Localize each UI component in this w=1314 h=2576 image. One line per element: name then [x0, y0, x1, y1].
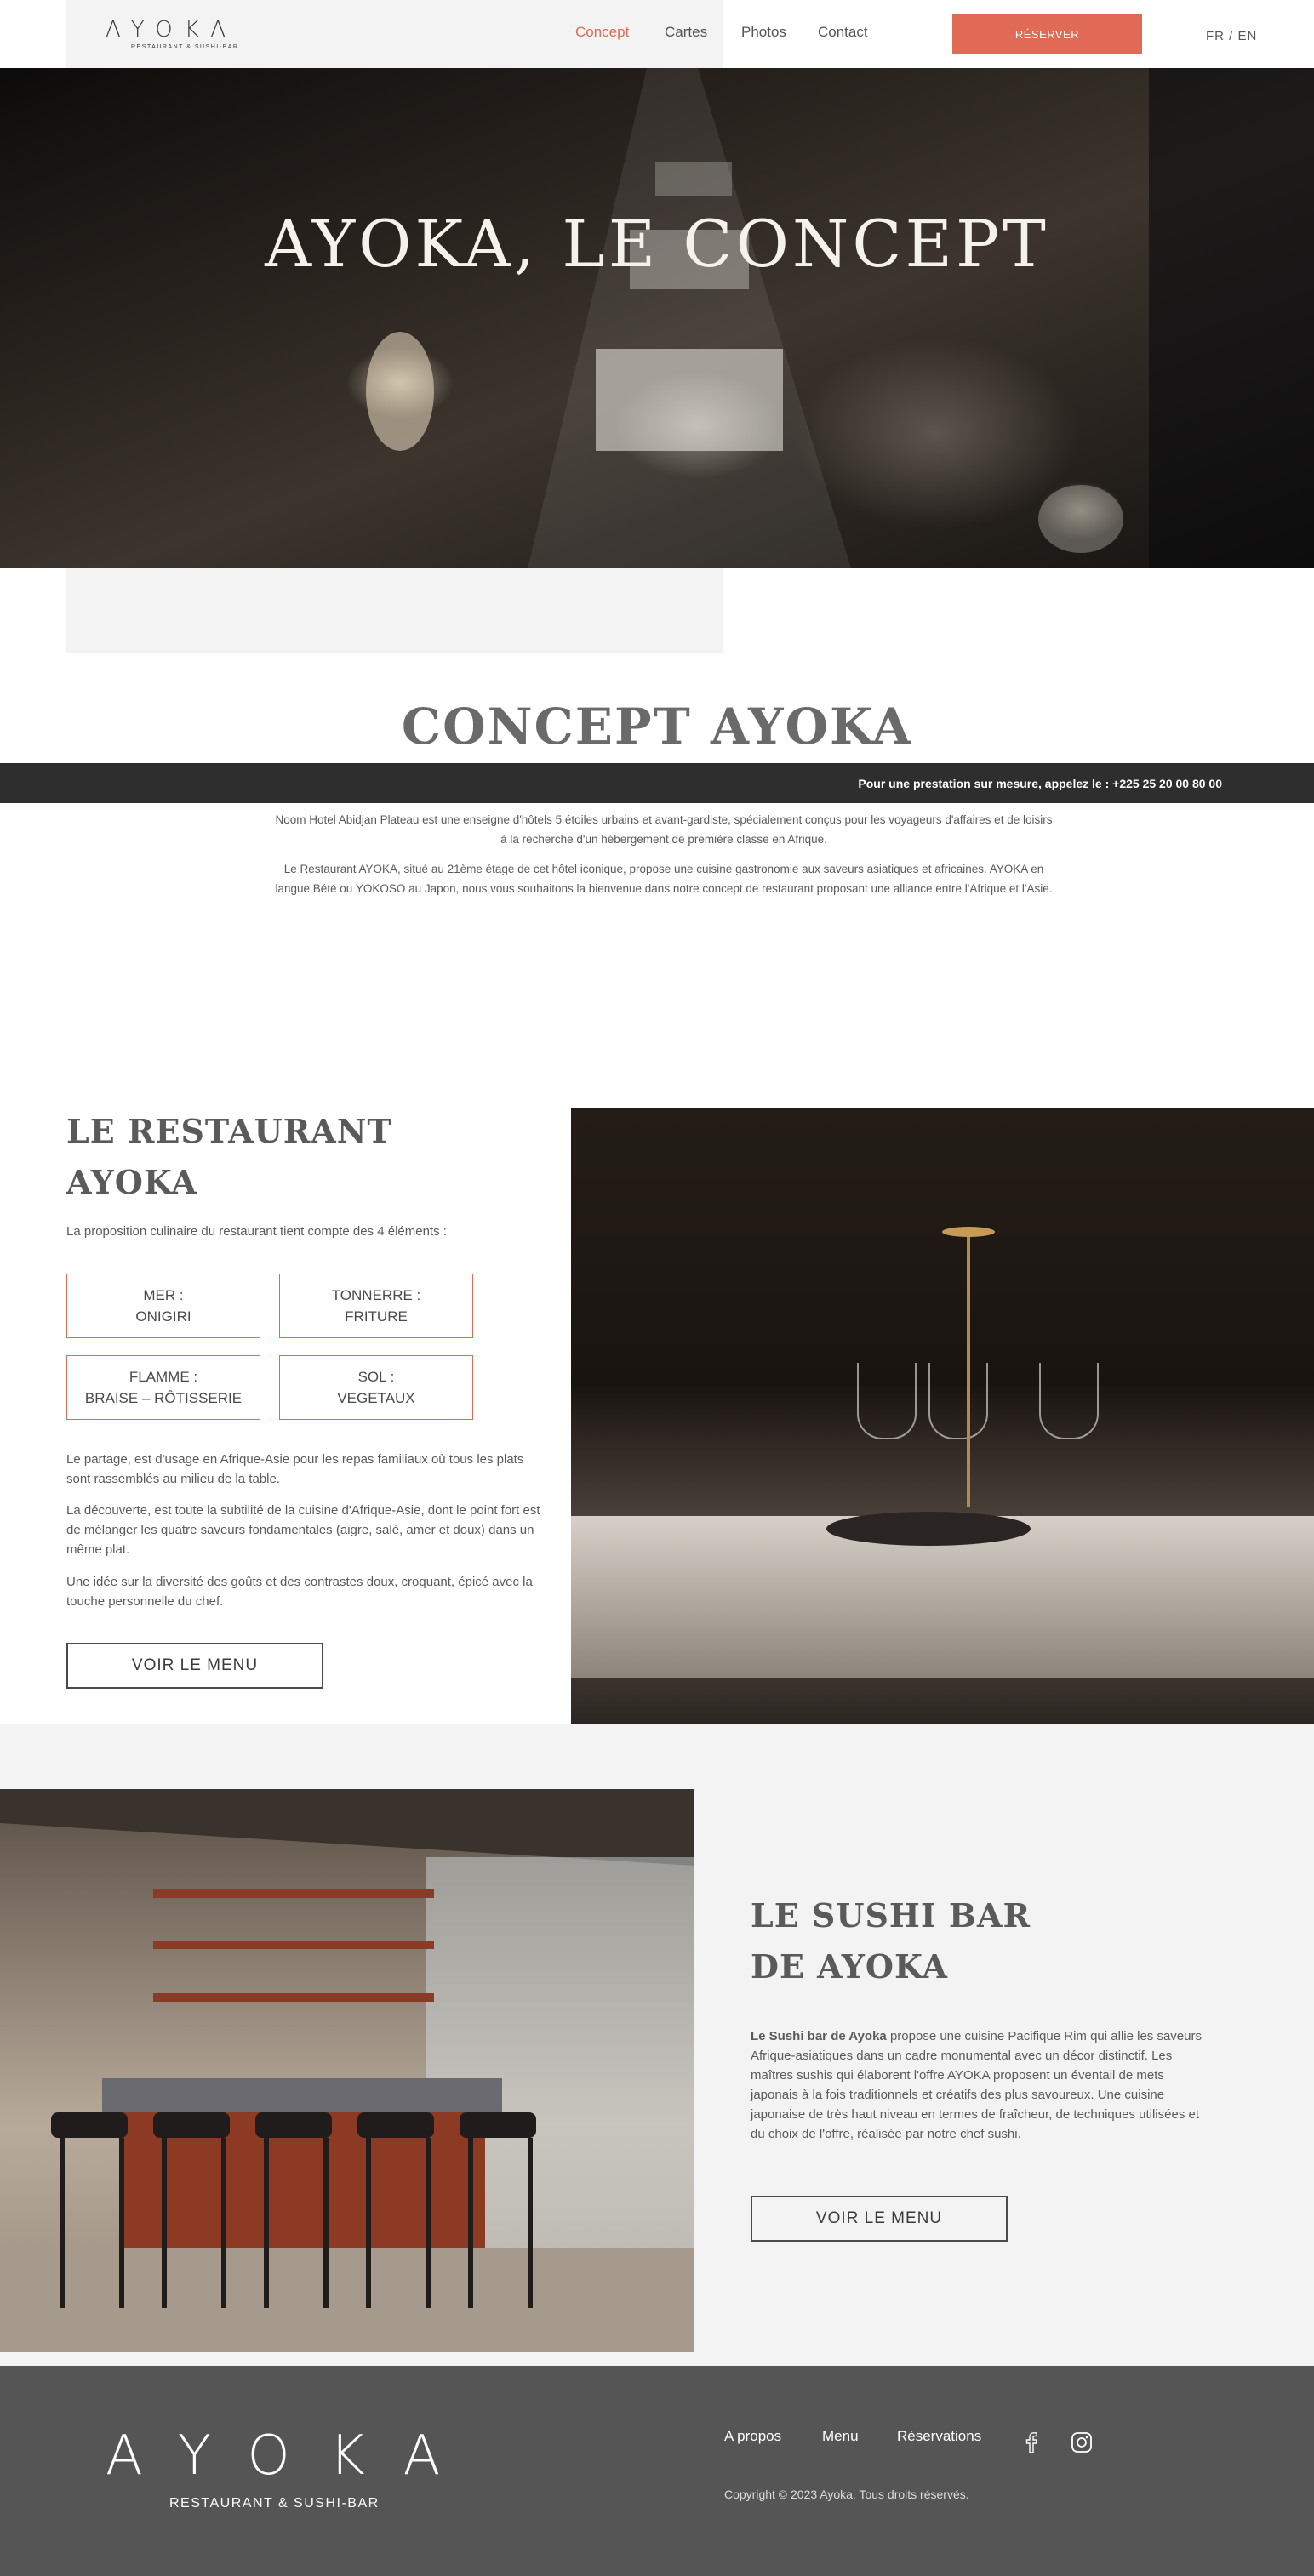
nav-cartes[interactable]: Cartes	[665, 24, 707, 41]
element-box-tonnerre: TONNERRE : FRITURE	[279, 1274, 473, 1338]
nav-concept[interactable]: Concept	[575, 24, 629, 41]
restaurant-intro: La proposition culinaire du restaurant t…	[66, 1224, 447, 1239]
element-box-flamme: FLAMME : BRAISE – RÔTISSERIE	[66, 1355, 260, 1420]
footer-logo-tagline: RESTAURANT & SUSHI-BAR	[169, 2496, 380, 2510]
restaurant-paragraph-2: La découverte, est toute la subtilité de…	[66, 1503, 540, 1557]
footer-logo-wordmark: AYOKA	[106, 2425, 480, 2488]
footer-link-reservations[interactable]: Réservations	[897, 2428, 981, 2445]
wine-glass	[928, 1363, 988, 1439]
logo-wordmark: AYOKA	[106, 17, 238, 43]
sushi-bar-image	[0, 1789, 694, 2352]
wine-glass	[1039, 1363, 1099, 1439]
sushi-bar-illustration	[0, 1789, 694, 2352]
restaurant-title-line-1: LE RESTAURANT	[66, 1112, 392, 1150]
lamp-shade	[942, 1227, 995, 1237]
nav-photos[interactable]: Photos	[741, 24, 786, 41]
footer-link-menu[interactable]: Menu	[822, 2428, 859, 2445]
sushi-paragraph-text: propose une cuisine Pacifique Rim qui al…	[751, 2029, 1202, 2141]
hero-title: AYOKA, LE CONCEPT	[265, 206, 1049, 282]
instagram-icon[interactable]	[1071, 2431, 1093, 2453]
restaurant-title-line-2: AYOKA	[66, 1163, 197, 1201]
element-box-label: FLAMME :	[129, 1369, 198, 1385]
sushi-menu-button[interactable]: VOIR LE MENU	[751, 2196, 1008, 2242]
concept-paragraph-2: Le Restaurant AYOKA, situé au 21ème étag…	[275, 863, 1053, 895]
element-box-value: FRITURE	[345, 1308, 408, 1325]
sushi-paragraph-bold: Le Sushi bar de Ayoka	[751, 2029, 887, 2043]
restaurant-paragraph-1: Le partage, est d'usage en Afrique-Asie …	[66, 1452, 524, 1486]
concept-paragraph-1: Noom Hotel Abidjan Plateau est une ensei…	[275, 813, 1053, 846]
restaurant-table-image	[571, 1108, 1314, 1724]
sushi-title-line-1: LE SUSHI BAR	[751, 1896, 1031, 1935]
footer-link-apropos[interactable]: A propos	[724, 2428, 781, 2445]
element-box-label: SOL :	[357, 1369, 395, 1385]
element-box-label: TONNERRE :	[331, 1287, 421, 1303]
hero-grey-panel	[66, 568, 723, 653]
element-box-label: MER :	[143, 1287, 184, 1303]
logo-tagline: RESTAURANT & SUSHI-BAR	[131, 44, 239, 50]
element-box-value: BRAISE – RÔTISSERIE	[84, 1390, 243, 1406]
concept-title: CONCEPT AYOKA	[401, 698, 913, 755]
lamp-stem	[967, 1227, 970, 1507]
sushi-paragraph: Le Sushi bar de Ayoka propose une cuisin…	[751, 2026, 1210, 2144]
sushi-title: LE SUSHI BAR DE AYOKA	[751, 1890, 1031, 1992]
hero-interior-illustration	[366, 68, 1314, 568]
element-box-value: ONIGIRI	[135, 1308, 191, 1325]
plate	[826, 1512, 1031, 1546]
facebook-icon[interactable]	[1023, 2431, 1040, 2453]
element-box-value: VEGETAUX	[337, 1390, 415, 1406]
sushi-title-line-2: DE AYOKA	[751, 1947, 948, 1986]
phone-bar[interactable]: Pour une prestation sur mesure, appelez …	[0, 763, 1314, 803]
wine-glass	[857, 1363, 917, 1439]
restaurant-paragraph-3: Une idée sur la diversité des goûts et d…	[66, 1575, 533, 1609]
hero-image	[0, 68, 1314, 568]
footer-logo[interactable]: AYOKA RESTAURANT & SUSHI-BAR	[106, 2425, 479, 2511]
logo[interactable]: AYOKA RESTAURANT & SUSHI-BAR	[106, 17, 242, 54]
restaurant-title: LE RESTAURANT AYOKA	[66, 1106, 392, 1208]
copyright: Copyright © 2023 Ayoka. Tous droits rése…	[724, 2488, 969, 2501]
language-switcher[interactable]: FR / EN	[1206, 29, 1257, 43]
reserve-button[interactable]: RÉSERVER	[952, 14, 1142, 54]
phone-bar-text: Pour une prestation sur mesure, appelez …	[858, 776, 1222, 790]
restaurant-menu-button[interactable]: VOIR LE MENU	[66, 1643, 323, 1689]
element-box-mer: MER : ONIGIRI	[66, 1274, 260, 1338]
element-box-sol: SOL : VEGETAUX	[279, 1355, 473, 1420]
nav-contact[interactable]: Contact	[818, 24, 868, 41]
